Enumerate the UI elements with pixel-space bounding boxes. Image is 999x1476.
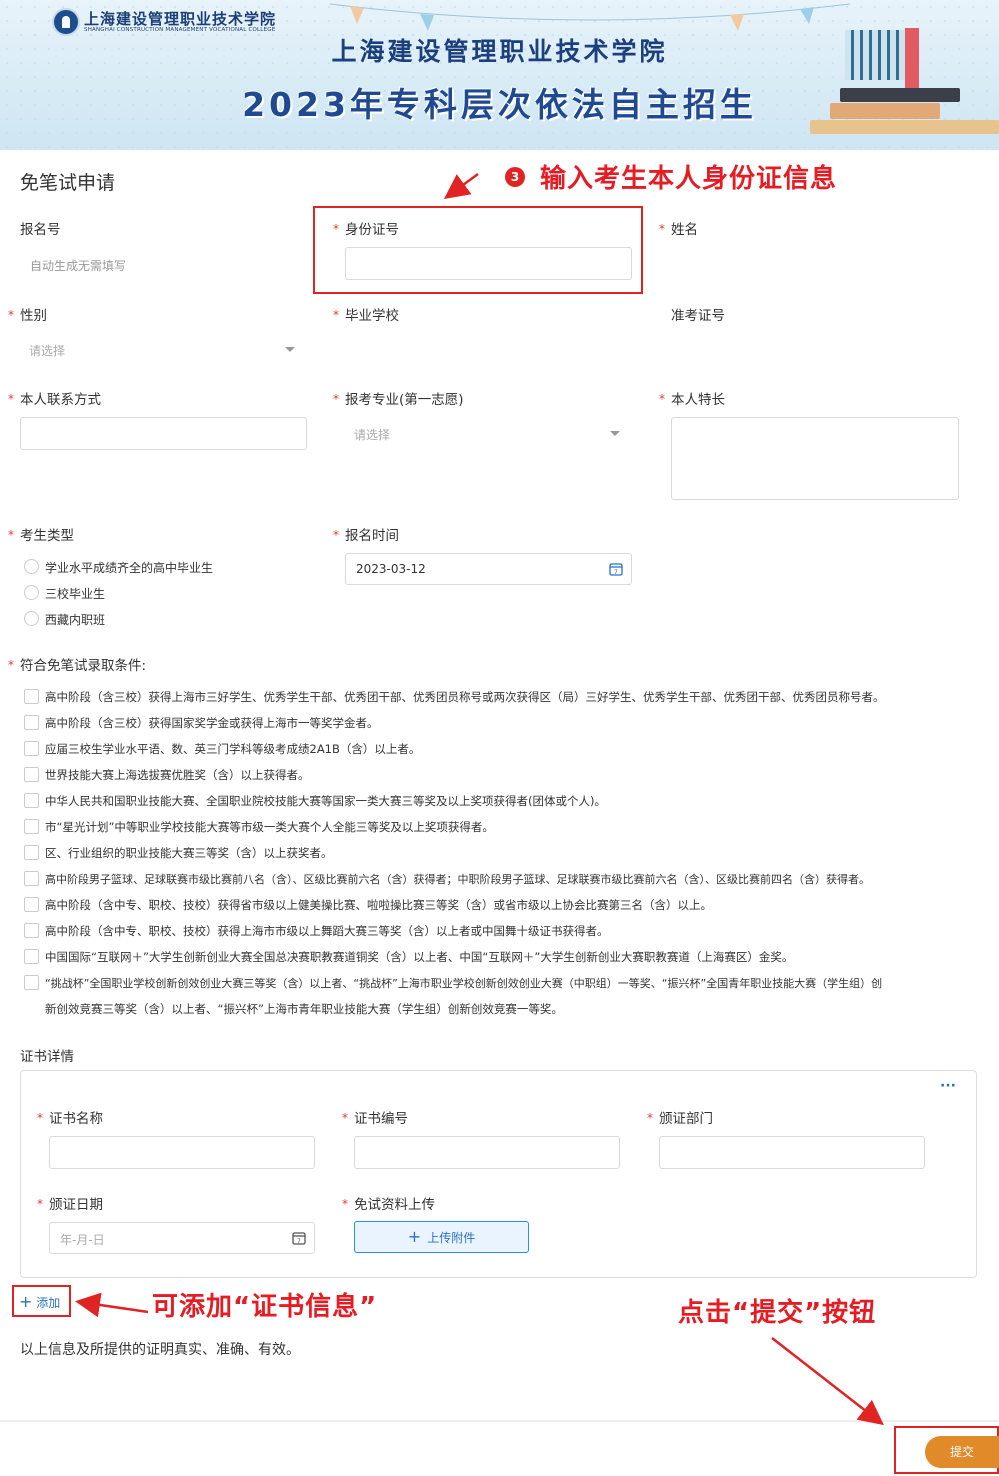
cert-no-input[interactable]	[354, 1136, 620, 1169]
cert-dept-input[interactable]	[659, 1136, 925, 1169]
condition-checkbox-5[interactable]	[24, 793, 39, 808]
candidate-type-radio-2[interactable]	[24, 585, 39, 600]
condition-text-12b: 新创效竞赛三等奖（含）以上者、“振兴杯”上海市青年职业技能大赛（学生组）创新创效…	[45, 1002, 563, 1016]
cert-date-label: 颁证日期	[49, 1197, 103, 1213]
condition-text-7: 区、行业组织的职业技能大赛三等奖（含）以上获奖者。	[45, 846, 333, 860]
cert-date-placeholder: 年-月-日	[60, 1233, 105, 1247]
reg-time-value: 2023-03-12	[356, 562, 426, 576]
condition-text-12a: “挑战杯”全国职业学校创新创效创业大赛三等奖（含）以上者、“挑战杯”上海市职业学…	[45, 977, 883, 990]
condition-checkbox-3[interactable]	[24, 741, 39, 756]
contact-input[interactable]	[20, 417, 307, 450]
condition-text-9: 高中阶段（含中专、职校、技校）获得省市级以上健美操比赛、啦啦操比赛三等奖（含）或…	[45, 898, 712, 912]
chevron-down-icon	[610, 431, 620, 436]
specialty-label: 本人特长	[671, 392, 725, 408]
condition-checkbox-2[interactable]	[24, 715, 39, 730]
header-banner: 上海建设管理职业技术学院 SHANGHAI CONSTRUCTION MANAG…	[0, 0, 999, 150]
major-placeholder: 请选择	[354, 428, 391, 442]
condition-checkbox-10[interactable]	[24, 923, 39, 938]
chevron-down-icon	[285, 347, 295, 352]
bunting-decoration	[330, 3, 850, 31]
condition-checkbox-8[interactable]	[24, 871, 39, 886]
condition-checkbox-12[interactable]	[24, 975, 39, 990]
calendar-icon[interactable]: 7	[609, 562, 623, 576]
condition-checkbox-11[interactable]	[24, 949, 39, 964]
condition-text-5: 中华人民共和国职业技能大赛、全国职业院校技能大赛等国家一类大赛三等奖及以上奖项获…	[45, 794, 606, 808]
condition-text-10: 高中阶段（含中专、职校、技校）获得上海市市级以上舞蹈大赛三等奖（含）以上者或中国…	[45, 924, 609, 938]
annotation-submit-hint: 点击“提交”按钮	[678, 1298, 877, 1328]
calendar-icon[interactable]: 7	[292, 1231, 306, 1245]
add-cert-button[interactable]: + 添加	[19, 1292, 60, 1311]
reg-time-label: 报名时间	[345, 528, 399, 544]
arrow-to-id	[443, 172, 479, 199]
gender-label: 性别	[20, 308, 47, 324]
gender-placeholder: 请选择	[29, 344, 66, 358]
cert-name-label: 证书名称	[49, 1111, 103, 1127]
svg-text:7: 7	[297, 1238, 301, 1245]
submit-button[interactable]: 提交	[925, 1436, 999, 1468]
condition-text-2: 高中阶段（含三校）获得国家奖学金或获得上海市一等奖学金者。	[45, 716, 379, 730]
arrow-to-submit	[771, 1337, 884, 1426]
exam-no-label: 准考证号	[671, 308, 725, 324]
reg-time-input[interactable]: 2023-03-12 7	[345, 553, 632, 585]
candidate-type-radio-1[interactable]	[24, 559, 39, 574]
arrow-to-add	[75, 1292, 149, 1318]
cert-no-label: 证书编号	[354, 1111, 408, 1127]
major-select[interactable]: 请选择	[345, 418, 630, 448]
condition-text-8: 高中阶段男子篮球、足球联赛市级比赛前八名（含）、区级比赛前六名（含）获得者；中职…	[45, 873, 870, 886]
annotation-add-hint: 可添加“证书信息”	[152, 1292, 378, 1322]
candidate-type-option-3: 西藏内职班	[45, 613, 106, 627]
statement-text: 以上信息及所提供的证明真实、准确、有效。	[20, 1342, 300, 1358]
condition-checkbox-4[interactable]	[24, 767, 39, 782]
school-label: 毕业学校	[345, 308, 399, 324]
reg-no-label: 报名号	[20, 222, 61, 238]
candidate-type-option-1: 学业水平成绩齐全的高中毕业生	[45, 561, 214, 575]
specialty-textarea[interactable]	[671, 417, 959, 500]
condition-text-11: 中国国际“互联网＋”大学生创新创业大赛全国总决赛职教赛道铜奖（含）以上者、中国“…	[45, 950, 794, 964]
candidate-type-radio-3[interactable]	[24, 611, 39, 626]
condition-text-6: 市“星光计划”中等职业学校技能大赛等市级一类大赛个人全能三等奖及以上奖项获得者。	[45, 820, 494, 834]
divider	[0, 1420, 999, 1422]
college-name-cn: 上海建设管理职业技术学院	[84, 10, 277, 28]
condition-checkbox-6[interactable]	[24, 819, 39, 834]
major-label: 报考专业(第一志愿)	[345, 392, 464, 408]
upload-label: 免试资料上传	[354, 1197, 435, 1213]
contact-label: 本人联系方式	[20, 392, 101, 408]
cert-section-label: 证书详情	[20, 1049, 74, 1065]
candidate-type-option-2: 三校毕业生	[45, 587, 106, 601]
condition-checkbox-1[interactable]	[24, 689, 39, 704]
svg-text:7: 7	[614, 569, 618, 576]
condition-checkbox-9[interactable]	[24, 897, 39, 912]
condition-text-3: 应届三校生学业水平语、数、英三门学科等级考成绩2A1B（含）以上者。	[45, 742, 421, 756]
upload-button-label: 上传附件	[427, 1231, 476, 1245]
cert-dept-label: 颁证部门	[659, 1111, 713, 1127]
name-label: 姓名	[671, 222, 698, 238]
upload-attachment-button[interactable]: + 上传附件	[354, 1221, 529, 1253]
annotation-id-hint: 输入考生本人身份证信息	[540, 164, 838, 194]
plus-icon: +	[407, 1227, 422, 1246]
gender-select[interactable]: 请选择	[20, 334, 305, 364]
step-badge: 3	[505, 167, 525, 187]
more-icon[interactable]: ···	[940, 1078, 956, 1094]
annotation-id-box	[313, 206, 643, 294]
form-title: 免笔试申请	[20, 172, 116, 194]
cert-name-input[interactable]	[49, 1136, 315, 1169]
reg-no-hint: 自动生成无需填写	[30, 259, 127, 273]
condition-text-4: 世界技能大赛上海选拔赛优胜奖（含）以上获得者。	[45, 768, 310, 782]
conditions-label: 符合免笔试录取条件:	[20, 658, 147, 674]
plus-icon: +	[19, 1292, 33, 1311]
condition-checkbox-7[interactable]	[24, 845, 39, 860]
condition-text-1: 高中阶段（含三校）获得上海市三好学生、优秀学生干部、优秀团干部、优秀团员称号或两…	[45, 690, 885, 704]
add-cert-label: 添加	[36, 1296, 61, 1310]
candidate-type-label: 考生类型	[20, 528, 74, 544]
cert-date-input[interactable]: 年-月-日 7	[49, 1222, 315, 1254]
books-illustration	[845, 30, 905, 80]
